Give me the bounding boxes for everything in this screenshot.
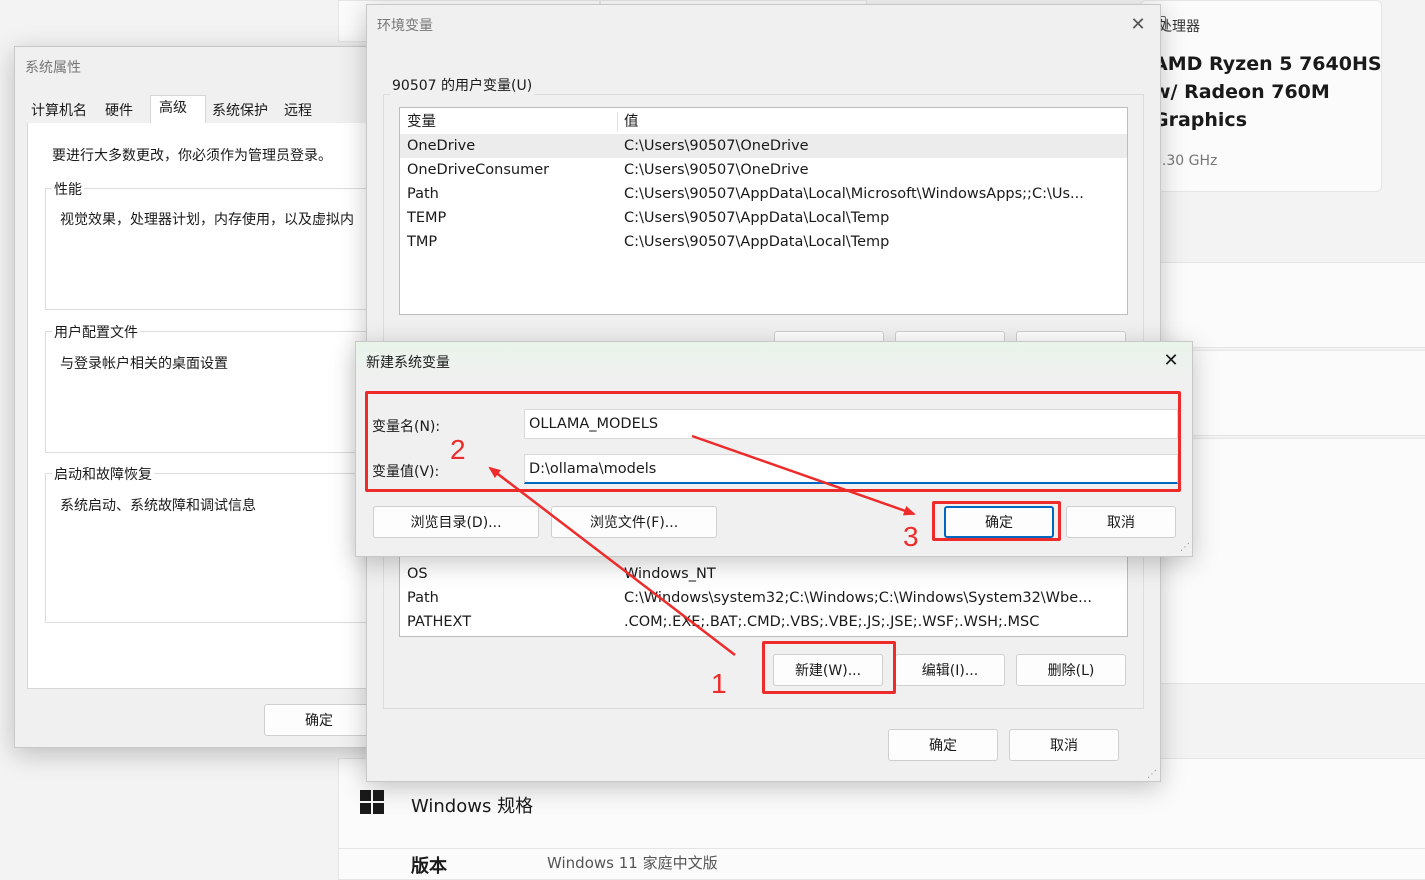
arrow-step2-to-step3 bbox=[691, 434, 916, 516]
annotation-arrows bbox=[488, 434, 916, 656]
arrow-step1-to-step2 bbox=[488, 466, 736, 656]
